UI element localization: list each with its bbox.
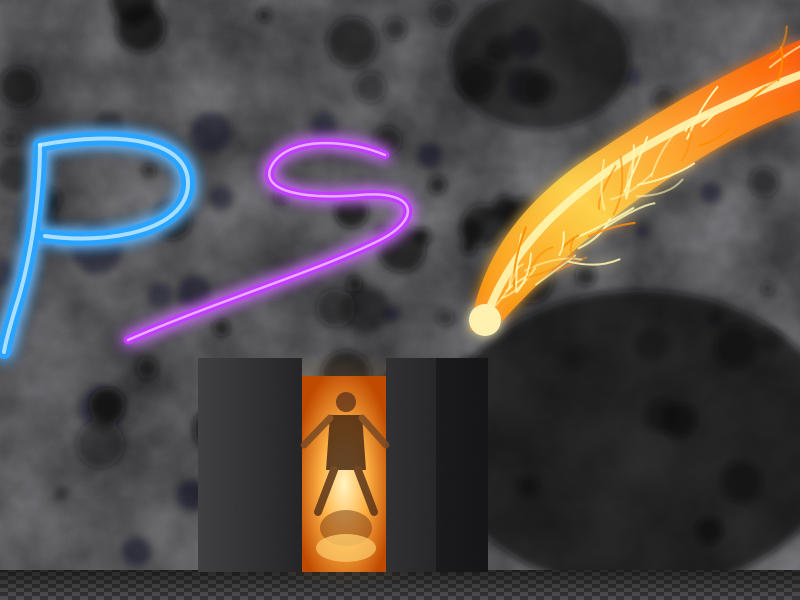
scene-canvas xyxy=(0,0,800,600)
bokeh-dot xyxy=(634,223,650,239)
bokeh-dot xyxy=(2,129,20,146)
bokeh-dot xyxy=(257,8,272,23)
bokeh-dot xyxy=(310,111,338,139)
bokeh-dot xyxy=(208,185,234,210)
bokeh-dot xyxy=(416,143,443,170)
bokeh-dot xyxy=(89,387,125,424)
bokeh-dot xyxy=(142,163,156,177)
bokeh-dot xyxy=(760,281,775,295)
bokeh-dot xyxy=(136,357,158,379)
bokeh-dot xyxy=(575,265,597,287)
bokeh-dot xyxy=(431,1,457,26)
bokeh-dot xyxy=(749,167,779,197)
bokeh-dot xyxy=(121,537,152,567)
bokeh-dot xyxy=(190,111,233,154)
bokeh-dot xyxy=(326,16,378,68)
bokeh-dot xyxy=(428,175,447,195)
bokeh-dot xyxy=(147,283,173,308)
bokeh-dot xyxy=(436,309,454,327)
bokeh-dot xyxy=(341,285,389,334)
render-scene xyxy=(0,0,800,600)
bokeh-dot xyxy=(492,195,517,220)
bokeh-dot xyxy=(0,66,40,107)
bokeh-dot xyxy=(212,319,230,337)
bokeh-dot xyxy=(354,72,386,104)
portal xyxy=(198,350,488,590)
bokeh-dot xyxy=(699,181,722,204)
bokeh-dot xyxy=(460,239,477,255)
bokeh-dot xyxy=(383,17,407,41)
bokeh-dot xyxy=(54,485,70,502)
